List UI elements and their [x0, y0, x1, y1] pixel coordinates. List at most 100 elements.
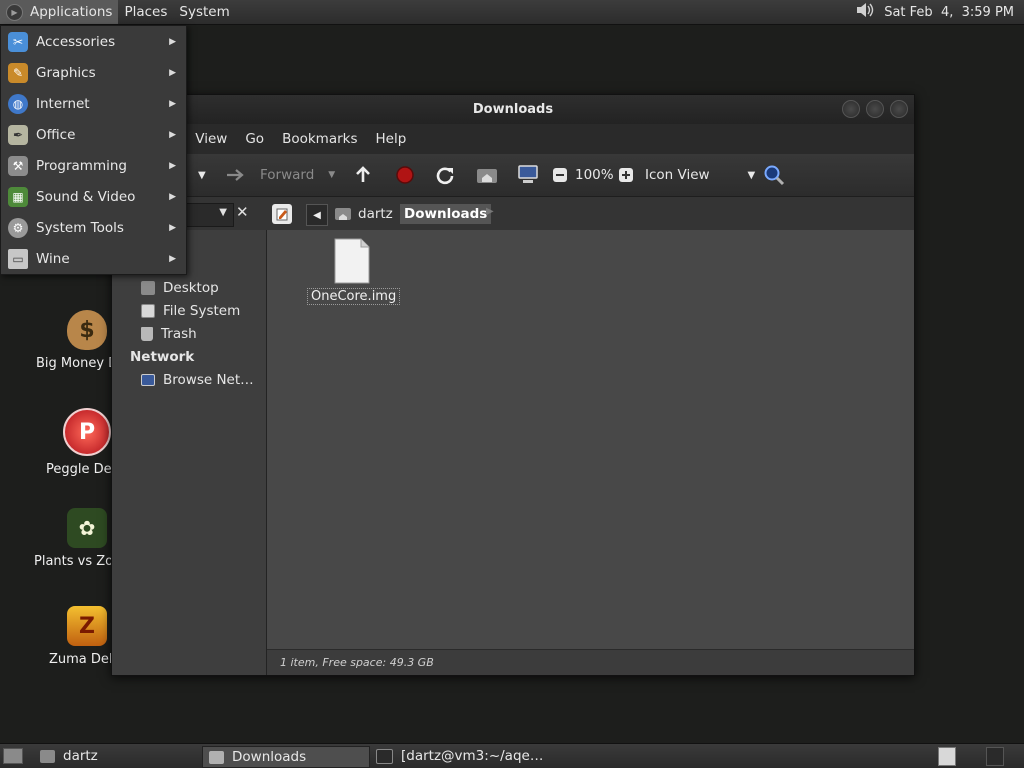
menu-item-label: Wine: [36, 250, 70, 267]
submenu-arrow-icon: ▶: [169, 222, 176, 233]
path-button-dartz[interactable]: dartz: [334, 204, 393, 224]
stop-button[interactable]: [395, 154, 415, 196]
forward-dropdown-arrow-icon: ▼: [328, 170, 336, 180]
menu-help[interactable]: Help: [367, 131, 416, 147]
sidebar-selector-arrow-icon: ▼: [219, 207, 227, 218]
places-menu[interactable]: Places: [118, 0, 173, 24]
window-titlebar[interactable]: Downloads: [112, 95, 914, 124]
gear-icon: ⚙: [8, 217, 28, 238]
file-view[interactable]: OneCore.img: [267, 230, 914, 650]
menu-item-label: Sound & Video: [36, 188, 136, 205]
zoom-in-icon: [619, 168, 633, 182]
workspace-switcher-empty[interactable]: [986, 747, 1004, 766]
menu-item-programming[interactable]: ⚒ Programming ▶: [1, 150, 186, 181]
menu-item-graphics[interactable]: ✎ Graphics ▶: [1, 57, 186, 88]
sidebar-item-label: Trash: [161, 326, 197, 342]
home-folder-icon: [477, 169, 497, 183]
window-controls: [842, 100, 908, 118]
applications-dropdown: ✂ Accessories ▶ ✎ Graphics ▶ ◍ Internet …: [0, 25, 187, 275]
path-right-arrow-icon[interactable]: ▶: [486, 206, 494, 217]
applications-menu[interactable]: ▶ Applications: [0, 0, 119, 24]
reload-button[interactable]: [435, 154, 455, 196]
close-sidebar-icon[interactable]: ✕: [236, 203, 249, 221]
computer-icon: [518, 165, 538, 183]
places-sidebar: er tz Desktop File System Trash Network …: [112, 230, 267, 675]
task-terminal[interactable]: [dartz@vm3:~/aqe…: [370, 746, 546, 766]
sidebar-item-label: File System: [163, 303, 241, 319]
system-menu[interactable]: System: [173, 0, 235, 24]
reload-icon: [436, 167, 454, 185]
sidebar-heading-label: Network: [130, 349, 195, 365]
path-button-downloads[interactable]: Downloads: [400, 204, 492, 224]
menu-view[interactable]: View: [186, 131, 236, 147]
sidebar-item-file-system[interactable]: File System: [112, 300, 240, 322]
sidebar-item-trash[interactable]: Trash: [112, 323, 197, 345]
edit-location-button[interactable]: [272, 204, 292, 224]
menu-item-internet[interactable]: ◍ Internet ▶: [1, 88, 186, 119]
view-mode-select[interactable]: Icon View ▼: [645, 154, 755, 196]
applications-menu-label: Applications: [30, 4, 113, 20]
computer-button[interactable]: [517, 154, 539, 196]
plants-icon: ✿: [67, 508, 107, 548]
forward-button[interactable]: Forward ▼: [226, 154, 335, 196]
wine-icon: ▭: [8, 248, 28, 269]
network-icon: [141, 374, 155, 386]
home-folder-icon: [335, 208, 351, 220]
clock[interactable]: Sat Feb 4, 3:59 PM: [884, 5, 1014, 20]
stop-icon: [396, 166, 414, 184]
location-bar: ▼ ✕ ◀ dartz Downloads ▶: [112, 197, 914, 232]
zoom-out-button[interactable]: [552, 154, 568, 196]
show-desktop-icon[interactable]: [3, 748, 23, 764]
status-bar: 1 item, Free space: 49.3 GB: [267, 649, 914, 675]
globe-icon: ◍: [8, 93, 28, 114]
sidebar-item-desktop[interactable]: Desktop: [112, 277, 219, 299]
path-left-arrow-icon[interactable]: ◀: [306, 204, 328, 226]
menubar: t View Go Bookmarks Help: [112, 124, 914, 154]
home-button[interactable]: [476, 154, 498, 196]
system-tray: Sat Feb 4, 3:59 PM: [855, 0, 1014, 24]
pencil-icon: [276, 208, 288, 221]
menu-item-label: Office: [36, 126, 76, 143]
path-parent-label: dartz: [358, 206, 393, 222]
maximize-button[interactable]: [866, 100, 884, 118]
workspace-switcher[interactable]: [938, 747, 956, 766]
submenu-arrow-icon: ▶: [169, 129, 176, 140]
zoom-in-button[interactable]: [618, 154, 634, 196]
menu-item-label: Programming: [36, 157, 127, 174]
speaker-icon[interactable]: [855, 1, 875, 23]
money-bag-icon: $: [67, 310, 107, 350]
forward-label: Forward: [260, 167, 315, 183]
menu-bookmarks[interactable]: Bookmarks: [273, 131, 366, 147]
zoom-out-icon: [553, 168, 567, 182]
menu-item-label: System Tools: [36, 219, 124, 236]
view-mode-label: Icon View: [645, 167, 710, 183]
submenu-arrow-icon: ▶: [169, 36, 176, 47]
search-button[interactable]: [763, 154, 785, 196]
menu-item-label: Graphics: [36, 64, 96, 81]
task-dartz[interactable]: dartz: [34, 746, 200, 766]
menu-go[interactable]: Go: [236, 131, 273, 147]
file-item[interactable]: OneCore.img: [307, 238, 401, 305]
up-button[interactable]: [354, 154, 372, 196]
menu-item-label: Internet: [36, 95, 90, 112]
task-label: [dartz@vm3:~/aqe…: [401, 748, 544, 764]
sidebar-item-label: Desktop: [163, 280, 219, 296]
home-folder-icon: [40, 749, 55, 763]
close-button[interactable]: [890, 100, 908, 118]
sidebar-item-browse-network[interactable]: Browse Net…: [112, 369, 254, 391]
up-arrow-icon: [356, 166, 370, 182]
zoom-level[interactable]: 100%: [575, 154, 614, 196]
menu-item-office[interactable]: ✒ Office ▶: [1, 119, 186, 150]
zuma-icon: Z: [67, 606, 107, 646]
task-downloads[interactable]: Downloads: [202, 746, 370, 768]
file-icon: [334, 238, 370, 284]
system-menu-label: System: [179, 4, 230, 20]
back-dropdown-arrow-icon[interactable]: ▼: [198, 154, 206, 196]
menu-item-sound-video[interactable]: ▦ Sound & Video ▶: [1, 181, 186, 212]
minimize-button[interactable]: [842, 100, 860, 118]
menu-item-wine[interactable]: ▭ Wine ▶: [1, 243, 186, 274]
menu-item-system-tools[interactable]: ⚙ System Tools ▶: [1, 212, 186, 243]
graphics-icon: ✎: [8, 62, 28, 83]
menu-item-accessories[interactable]: ✂ Accessories ▶: [1, 26, 186, 57]
file-name: OneCore.img: [307, 288, 401, 305]
